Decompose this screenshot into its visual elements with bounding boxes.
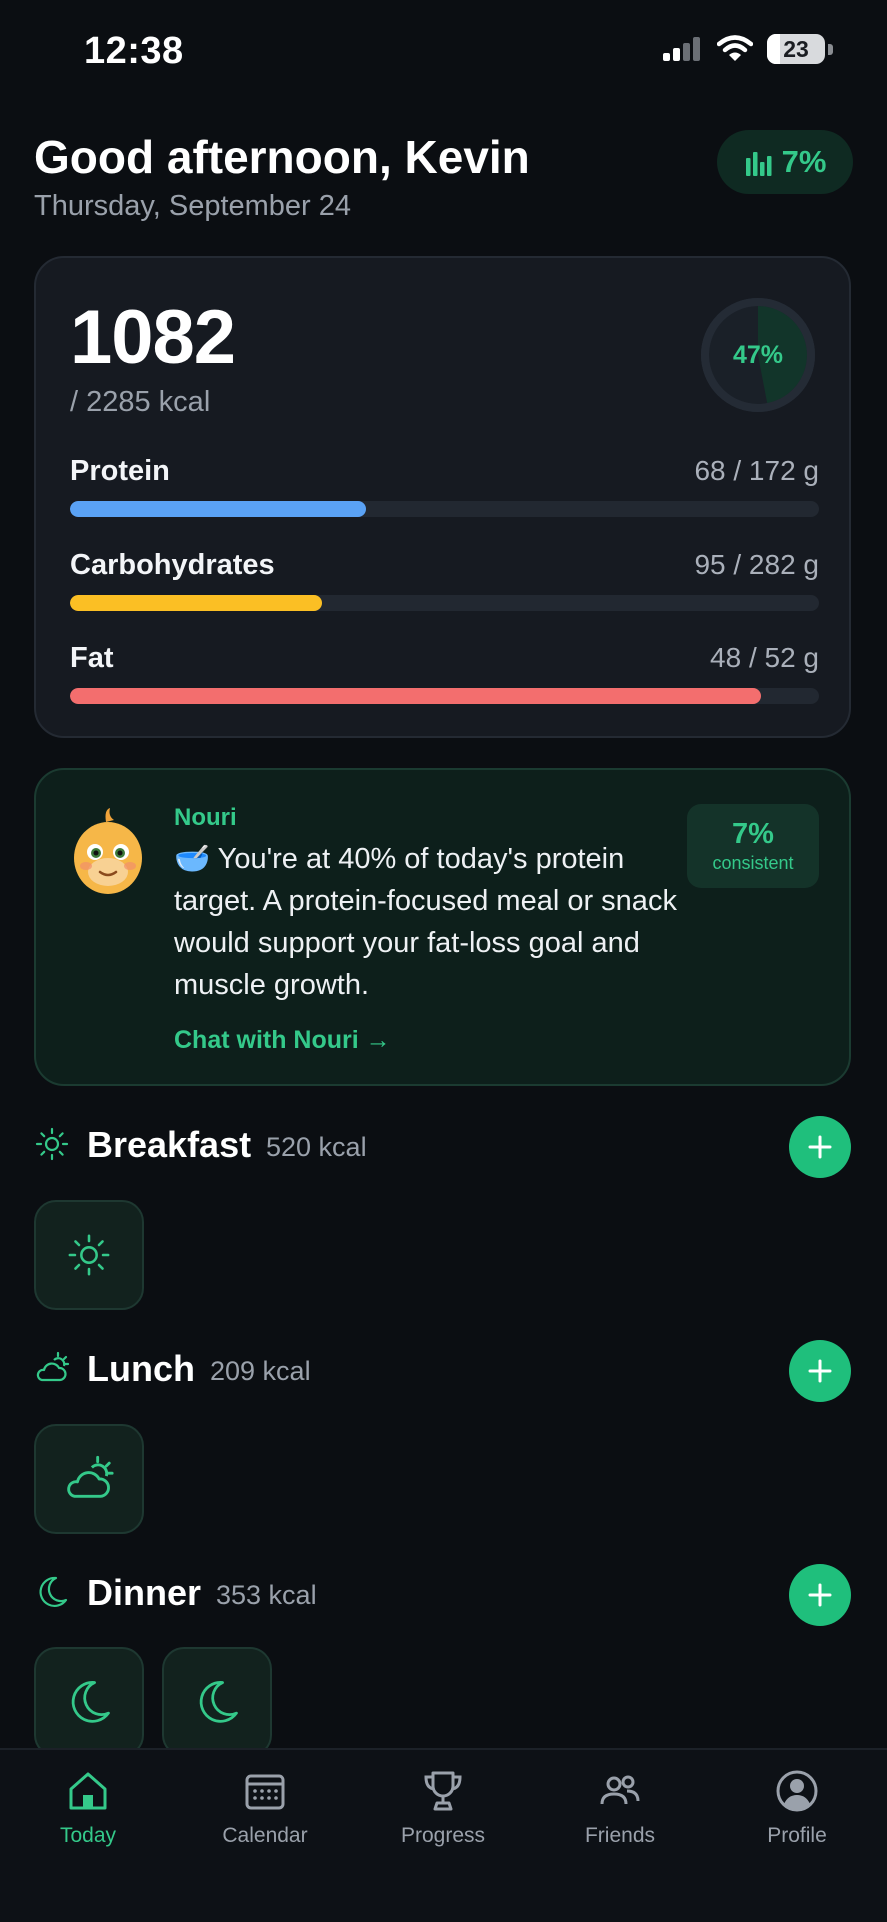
consistency-value: 7% [732,818,774,850]
tab-progress[interactable]: Progress [363,1768,523,1868]
lunch-food-item[interactable] [34,1424,144,1534]
profile-icon [776,1770,818,1812]
meal-section-lunch: Lunch 209 kcal [34,1340,851,1402]
breakfast-food-item[interactable] [34,1200,144,1310]
add-dinner-button[interactable] [789,1564,851,1626]
meal-section-dinner: Dinner 353 kcal [34,1564,851,1626]
macro-progress-fill [70,501,366,517]
bottom-tab-bar: Today Calendar Progress Friends Profile [0,1748,887,1922]
calendar-icon [245,1774,285,1810]
macro-name: Protein [70,455,170,487]
macro-name: Fat [70,642,114,674]
tab-calendar[interactable]: Calendar [185,1768,345,1868]
cloud-sun-icon [36,1351,70,1382]
macro-amount: 95 / 282 g [694,549,819,580]
current-date: Thursday, September 24 [34,190,352,222]
battery-level [767,34,781,64]
moon-icon [199,1681,238,1723]
bar-chart-icon [745,152,772,176]
status-icons: 23 [663,34,833,64]
streak-badge[interactable]: 7% [717,130,853,194]
add-lunch-button[interactable] [789,1340,851,1402]
battery-indicator: 23 [767,34,825,64]
tab-label: Calendar [222,1824,308,1847]
plus-icon [808,1359,832,1383]
coach-name: Nouri [174,804,237,831]
macro-amount: 68 / 172 g [694,455,819,486]
calories-goal: / 2285 kcal [70,386,211,418]
moon-icon [39,1576,68,1607]
tab-label: Today [59,1824,117,1847]
macro-progress-track [70,688,819,704]
dinner-food-item[interactable] [34,1647,144,1757]
meal-title: Lunch [87,1348,195,1389]
meal-calories: 353 kcal [216,1580,317,1610]
trophy-icon [424,1771,462,1811]
friends-icon [600,1775,640,1805]
calorie-summary-card[interactable]: 1082 / 2285 kcal 47% Protein 68 / 172 g … [34,256,851,738]
status-bar: 12:38 23 [0,0,887,100]
consistency-badge: 7% consistent [687,804,819,888]
coach-message: 🥣 You're at 40% of today's protein targe… [174,843,677,1001]
signal-icon [663,37,700,61]
battery-nub [828,43,833,55]
status-time: 12:38 [84,30,184,72]
tab-label: Friends [584,1824,656,1847]
meal-title: Dinner [87,1572,202,1613]
wifi-icon [717,35,753,61]
add-breakfast-button[interactable] [789,1116,851,1178]
meal-title: Breakfast [87,1124,252,1165]
macro-name: Carbohydrates [70,549,275,581]
sun-icon [35,1127,69,1161]
macro-progress-fill [70,595,323,611]
chat-with-coach-link[interactable]: Chat with Nouri → [174,1026,391,1055]
dinner-food-item[interactable] [162,1647,272,1757]
cloud-sun-icon [67,1455,114,1498]
tab-profile[interactable]: Profile [717,1768,877,1868]
plus-icon [808,1583,832,1607]
consistency-label: consistent [712,853,794,873]
battery-percent: 23 [783,35,809,62]
macro-progress-track [70,595,819,611]
coach-avatar [74,808,142,894]
macro-progress-track [70,501,819,517]
coach-card: Nouri 🥣 You're at 40% of today's protein… [34,768,851,1086]
calorie-ring-label: 47% [732,340,784,369]
greeting-title: Good afternoon, Kevin [34,131,530,183]
streak-value: 7% [781,144,827,179]
tab-label: Progress [400,1824,486,1847]
tab-today[interactable]: Today [8,1768,168,1868]
macro-progress-fill [70,688,762,704]
moon-icon [71,1681,110,1723]
home-icon [69,1772,107,1810]
meal-section-breakfast: Breakfast 520 kcal [34,1116,851,1178]
macro-amount: 48 / 52 g [710,642,819,673]
tab-label: Profile [767,1824,827,1847]
calories-consumed: 1082 [70,295,236,380]
sun-icon [68,1234,110,1276]
plus-icon [808,1135,832,1159]
meal-calories: 209 kcal [210,1356,311,1386]
tab-friends[interactable]: Friends [540,1768,700,1868]
meal-calories: 520 kcal [266,1132,367,1162]
